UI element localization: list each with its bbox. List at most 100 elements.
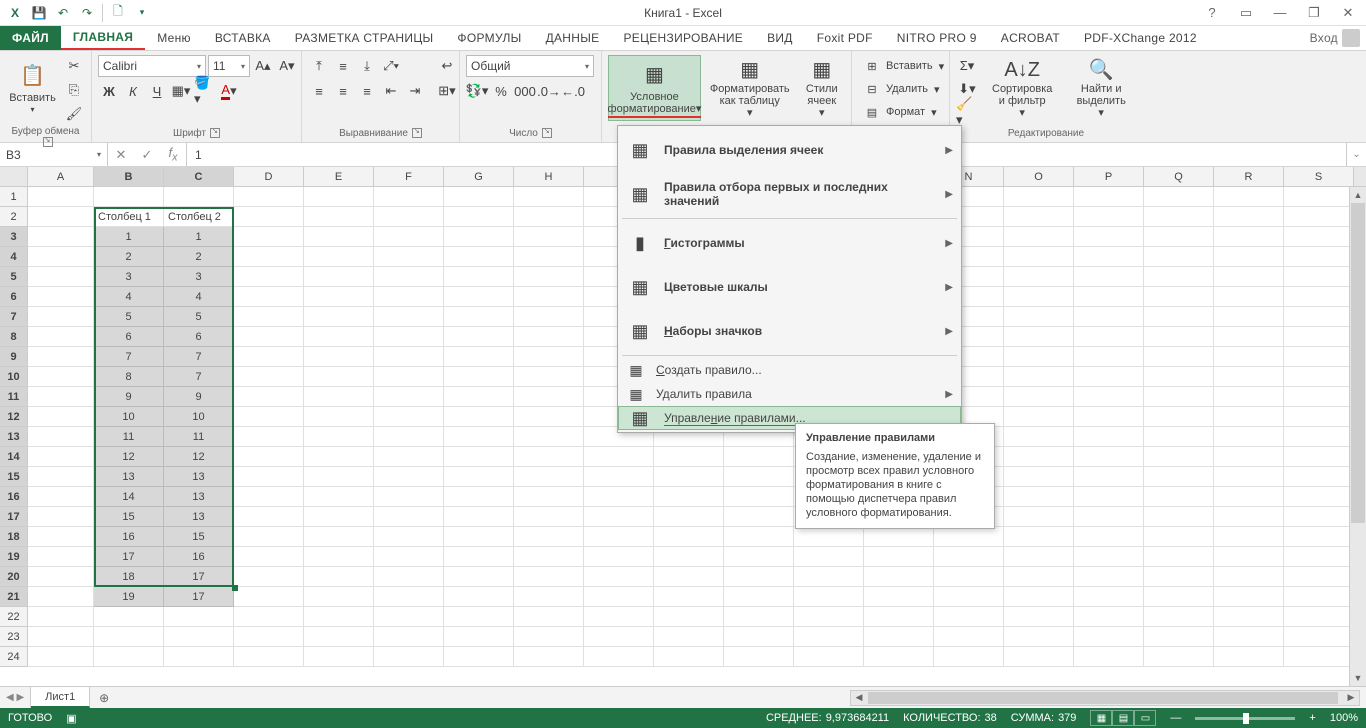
- cell[interactable]: [304, 427, 374, 447]
- cancel-formula-icon[interactable]: ✕: [108, 147, 134, 163]
- border-button[interactable]: ▦▾: [170, 80, 192, 102]
- cell[interactable]: 15: [164, 527, 234, 547]
- cell[interactable]: [304, 347, 374, 367]
- cell[interactable]: [304, 567, 374, 587]
- cell[interactable]: [234, 347, 304, 367]
- cell[interactable]: [514, 287, 584, 307]
- find-select-button[interactable]: 🔍 Найти и выделить▾: [1066, 55, 1136, 121]
- cell[interactable]: [1074, 187, 1144, 207]
- cell[interactable]: [304, 647, 374, 667]
- row-header[interactable]: 12: [0, 407, 28, 427]
- column-header[interactable]: E: [304, 167, 374, 186]
- row-header[interactable]: 17: [0, 507, 28, 527]
- cell[interactable]: [1284, 227, 1354, 247]
- cf-top-bottom-rules[interactable]: ▦ Правила отбора первых и последних знач…: [618, 172, 961, 216]
- cell[interactable]: [1074, 447, 1144, 467]
- cell[interactable]: [1074, 507, 1144, 527]
- cell[interactable]: [374, 627, 444, 647]
- cf-icon-sets[interactable]: ▦ Наборы значков ▶: [618, 309, 961, 353]
- column-header[interactable]: C: [164, 167, 234, 186]
- percent-format-icon[interactable]: %: [490, 80, 512, 102]
- cell[interactable]: [28, 367, 94, 387]
- cell[interactable]: [1214, 447, 1284, 467]
- cell[interactable]: [444, 387, 514, 407]
- cell[interactable]: [304, 447, 374, 467]
- cell[interactable]: [1284, 627, 1354, 647]
- cell[interactable]: [934, 627, 1004, 647]
- cell[interactable]: [1074, 367, 1144, 387]
- sheet-nav[interactable]: ◀ ▶: [0, 687, 31, 708]
- row-header[interactable]: 21: [0, 587, 28, 607]
- cell[interactable]: [1004, 327, 1074, 347]
- cell[interactable]: [1004, 247, 1074, 267]
- cell[interactable]: [1214, 287, 1284, 307]
- cell[interactable]: [1214, 527, 1284, 547]
- cell[interactable]: [864, 547, 934, 567]
- cell[interactable]: [444, 327, 514, 347]
- cell[interactable]: 2: [164, 247, 234, 267]
- cell[interactable]: [234, 267, 304, 287]
- cell[interactable]: [1074, 207, 1144, 227]
- cell[interactable]: [304, 507, 374, 527]
- cell[interactable]: [1074, 307, 1144, 327]
- cell[interactable]: [514, 267, 584, 287]
- cell[interactable]: [374, 527, 444, 547]
- cell[interactable]: [864, 627, 934, 647]
- cell[interactable]: [1004, 587, 1074, 607]
- cell[interactable]: [374, 427, 444, 447]
- cell[interactable]: [864, 607, 934, 627]
- cell[interactable]: [1074, 347, 1144, 367]
- cell[interactable]: [1074, 647, 1144, 667]
- cell[interactable]: [28, 587, 94, 607]
- cell[interactable]: [304, 327, 374, 347]
- scroll-thumb[interactable]: [868, 692, 1338, 704]
- cell[interactable]: [584, 567, 654, 587]
- dialog-launcher-icon[interactable]: [210, 128, 220, 138]
- cell[interactable]: [724, 467, 794, 487]
- minimize-icon[interactable]: —: [1268, 3, 1292, 23]
- align-left-icon[interactable]: ≡: [308, 80, 330, 102]
- cell[interactable]: [444, 487, 514, 507]
- cell[interactable]: [444, 307, 514, 327]
- cell[interactable]: [1004, 287, 1074, 307]
- cell[interactable]: 7: [164, 367, 234, 387]
- row-header[interactable]: 15: [0, 467, 28, 487]
- row-header[interactable]: 22: [0, 607, 28, 627]
- cell[interactable]: [444, 367, 514, 387]
- cell[interactable]: [1284, 187, 1354, 207]
- cell[interactable]: [444, 467, 514, 487]
- cell[interactable]: 9: [94, 387, 164, 407]
- tab-pdfxchange[interactable]: PDF-XChange 2012: [1072, 26, 1209, 50]
- cell[interactable]: [584, 607, 654, 627]
- cell[interactable]: [234, 487, 304, 507]
- cell[interactable]: [1284, 527, 1354, 547]
- cell[interactable]: [234, 227, 304, 247]
- cell[interactable]: [234, 367, 304, 387]
- cell[interactable]: [28, 227, 94, 247]
- cell[interactable]: [514, 647, 584, 667]
- align-top-icon[interactable]: ⤒: [308, 55, 330, 77]
- cell[interactable]: [304, 587, 374, 607]
- cell[interactable]: [934, 587, 1004, 607]
- sort-filter-button[interactable]: A↓Z Сортировка и фильтр▾: [982, 55, 1062, 121]
- cell[interactable]: [304, 627, 374, 647]
- scroll-thumb[interactable]: [1351, 203, 1365, 523]
- cell[interactable]: [794, 567, 864, 587]
- cell[interactable]: [1144, 327, 1214, 347]
- decrease-indent-icon[interactable]: ⇤: [380, 80, 402, 102]
- align-center-icon[interactable]: ≡: [332, 80, 354, 102]
- cell[interactable]: [374, 327, 444, 347]
- cell[interactable]: [794, 587, 864, 607]
- cell[interactable]: 4: [164, 287, 234, 307]
- cell[interactable]: 3: [94, 267, 164, 287]
- cell[interactable]: 12: [94, 447, 164, 467]
- cell[interactable]: [1214, 547, 1284, 567]
- font-color-button[interactable]: A▾: [218, 80, 240, 102]
- cell[interactable]: [444, 527, 514, 547]
- cell[interactable]: [444, 647, 514, 667]
- cell[interactable]: [234, 187, 304, 207]
- cell[interactable]: [164, 607, 234, 627]
- cell[interactable]: 17: [164, 587, 234, 607]
- cell[interactable]: 11: [164, 427, 234, 447]
- cell[interactable]: 13: [94, 467, 164, 487]
